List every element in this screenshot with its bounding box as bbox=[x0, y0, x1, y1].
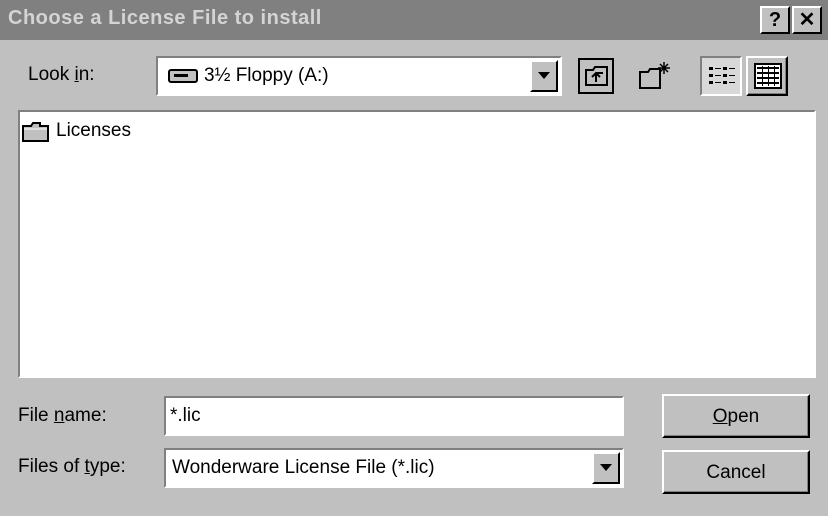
list-view-button[interactable] bbox=[700, 56, 742, 96]
look-in-label: Look in: bbox=[28, 64, 95, 85]
look-in-value: 3½ Floppy (A:) bbox=[204, 65, 329, 86]
list-view-icon bbox=[709, 67, 735, 84]
close-button[interactable]: ✕ bbox=[792, 6, 822, 34]
create-new-folder-button[interactable] bbox=[636, 58, 672, 94]
cancel-button-label: Cancel bbox=[706, 462, 766, 483]
file-name-input[interactable]: *.lic bbox=[164, 396, 624, 436]
file-type-combobox[interactable]: Wonderware License File (*.lic) bbox=[164, 448, 624, 488]
file-name-value: *.lic bbox=[170, 405, 201, 426]
close-icon: ✕ bbox=[798, 9, 816, 31]
file-type-dropdown-arrow[interactable] bbox=[592, 452, 620, 484]
file-list[interactable]: Licenses bbox=[18, 110, 816, 378]
up-one-level-icon bbox=[585, 66, 608, 86]
file-type-label: Files of type: bbox=[18, 456, 126, 477]
look-in-combobox[interactable]: 3½ Floppy (A:) bbox=[156, 56, 562, 96]
file-type-value: Wonderware License File (*.lic) bbox=[172, 457, 435, 478]
window-title: Choose a License File to install bbox=[8, 7, 322, 29]
up-one-level-button[interactable] bbox=[578, 58, 614, 94]
cancel-button[interactable]: Cancel bbox=[662, 450, 810, 494]
open-button[interactable]: Open bbox=[662, 394, 810, 438]
create-new-folder-icon bbox=[639, 62, 670, 89]
floppy-drive-icon bbox=[168, 69, 198, 83]
details-view-icon bbox=[754, 63, 782, 89]
folder-icon bbox=[22, 122, 49, 142]
look-in-dropdown-arrow[interactable] bbox=[530, 60, 558, 92]
list-item-label: Licenses bbox=[56, 120, 131, 141]
open-button-label: Open bbox=[712, 406, 760, 427]
help-icon: ? bbox=[768, 9, 782, 31]
help-button[interactable]: ? bbox=[760, 6, 790, 34]
details-view-button[interactable] bbox=[746, 56, 788, 96]
file-name-label: File name: bbox=[18, 405, 107, 426]
